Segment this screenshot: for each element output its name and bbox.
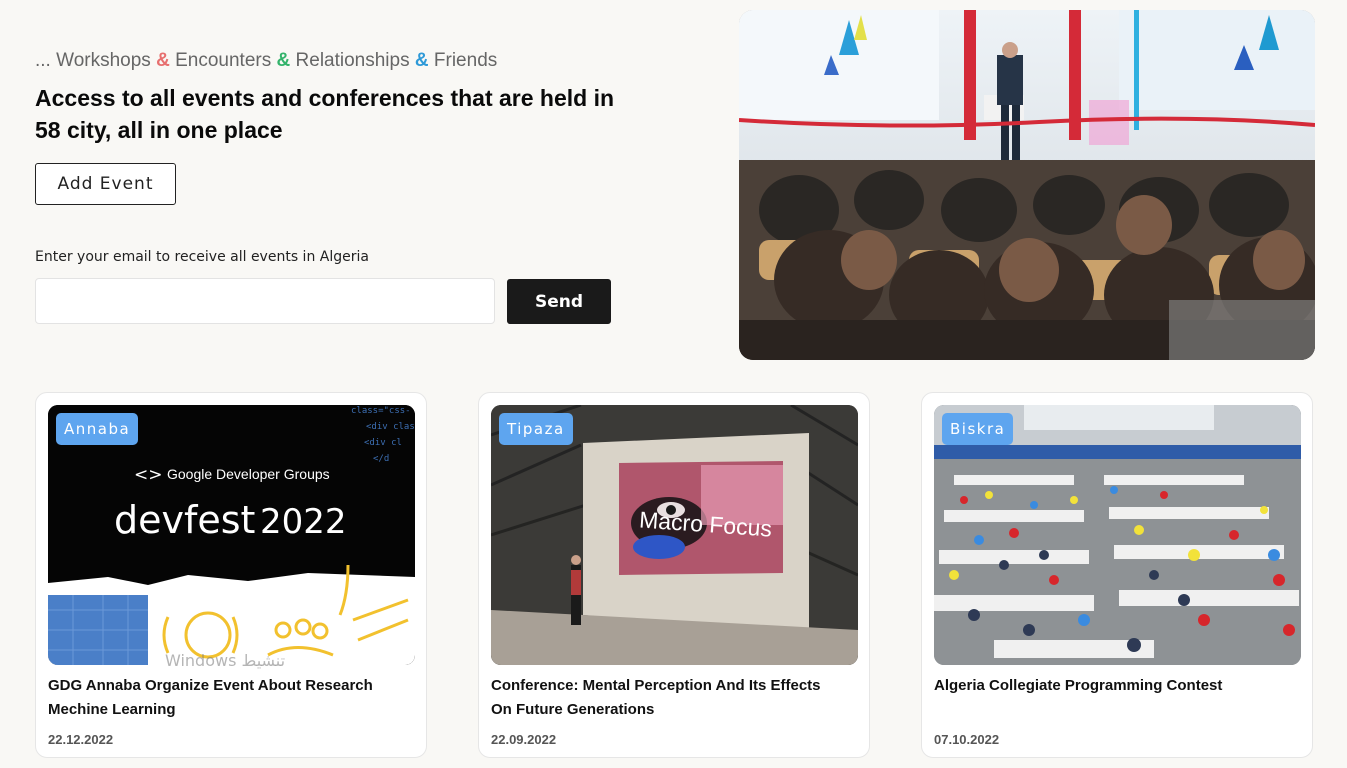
- devfest-text: devfest: [114, 498, 255, 542]
- event-image-conference: Macro Focus Tipaza: [491, 405, 858, 665]
- tagline-item-workshops: Workshops: [56, 50, 151, 71]
- city-badge[interactable]: Biskra: [942, 413, 1014, 445]
- tagline-amp: &: [156, 50, 170, 71]
- event-title[interactable]: GDG Annaba Organize Event About Research…: [48, 674, 398, 722]
- svg-text:</d: </d: [373, 454, 389, 464]
- hero-headline: Access to all events and conferences tha…: [35, 85, 615, 143]
- event-date: 22.12.2022: [48, 732, 114, 747]
- tagline: ... Workshops & Encounters & Relationshi…: [35, 48, 635, 74]
- tagline-prefix: ...: [35, 50, 57, 71]
- city-badge[interactable]: Tipaza: [499, 413, 573, 445]
- event-date: 07.10.2022: [934, 732, 1000, 747]
- event-title[interactable]: Algeria Collegiate Programming Contest: [934, 674, 1284, 698]
- hero-conference-image: [739, 10, 1315, 360]
- tagline-amp: &: [276, 50, 291, 71]
- tagline-amp: &: [414, 50, 429, 71]
- svg-text:2022: 2022: [260, 502, 347, 542]
- svg-text:<>: <>: [134, 465, 163, 485]
- city-badge[interactable]: Annaba: [56, 413, 139, 445]
- svg-text:<div cl: <div cl: [364, 438, 402, 448]
- gdg-text: Google Developer Groups: [167, 466, 330, 482]
- svg-text:class="css-: class="css-: [351, 406, 411, 416]
- email-input[interactable]: [35, 278, 495, 324]
- event-image-contest-hall: Biskra: [934, 405, 1301, 665]
- send-button[interactable]: Send: [507, 279, 611, 324]
- tagline-item-friends: Friends: [433, 50, 498, 71]
- event-card[interactable]: Biskra Algeria Collegiate Programming Co…: [921, 392, 1313, 758]
- tagline-item-encounters: Encounters: [175, 50, 272, 71]
- hero-text-block: ... Workshops & Encounters & Relationshi…: [35, 48, 635, 74]
- event-image-devfest: class="css-<div class <div cl</d ="true"…: [48, 405, 415, 665]
- event-title[interactable]: Conference: Mental Perception And Its Ef…: [491, 674, 841, 722]
- svg-text:<div class: <div class: [366, 422, 415, 432]
- event-card[interactable]: Macro Focus Tipaza Conference: Mental Pe…: [478, 392, 870, 758]
- tagline-item-relationships: Relationships: [295, 50, 410, 71]
- add-event-button[interactable]: Add Event: [35, 163, 176, 205]
- email-label: Enter your email to receive all events i…: [35, 249, 369, 265]
- event-date: 22.09.2022: [491, 732, 557, 747]
- event-card[interactable]: class="css-<div class <div cl</d ="true"…: [35, 392, 427, 758]
